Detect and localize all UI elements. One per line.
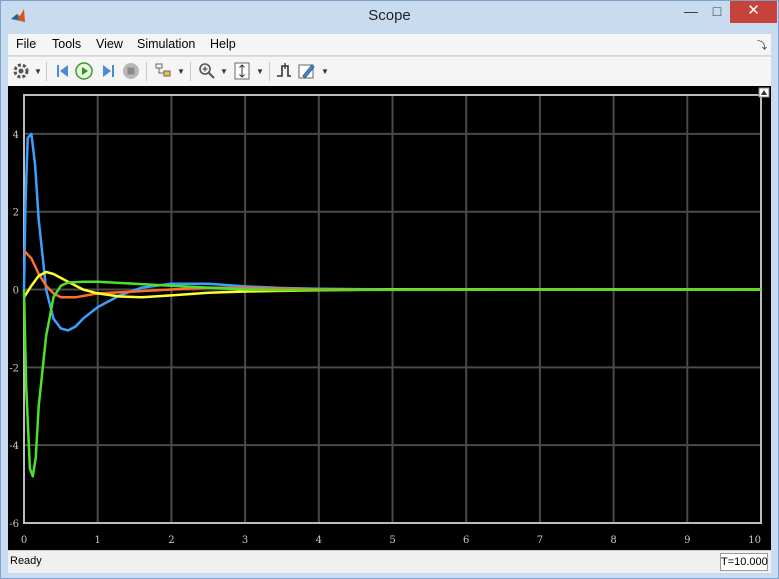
run-icon[interactable] [74, 61, 94, 81]
gear-dropdown-icon[interactable]: ▼ [34, 67, 42, 76]
scope-plot-area[interactable]: 0 1 2 3 4 5 6 7 8 9 10 4 2 0 -2 -4 -6 [8, 86, 771, 550]
minimize-button[interactable]: — [678, 1, 704, 23]
x-tick-label: 8 [610, 535, 616, 546]
stop-icon[interactable] [121, 61, 141, 81]
title-bar: Scope — □ ✕ [1, 1, 778, 31]
y-tick-label: 0 [13, 286, 19, 297]
step-back-icon[interactable] [53, 61, 73, 81]
x-tick-label: 0 [21, 535, 27, 546]
x-tick-label: 1 [95, 535, 101, 546]
maximize-button[interactable]: □ [704, 1, 730, 23]
y-tick-label: -4 [9, 441, 19, 452]
toolbar: ▼ ▼ ▼ ▼ ▼ [8, 56, 771, 86]
highlight-block-icon[interactable] [153, 61, 173, 81]
zoom-dropdown-icon[interactable]: ▼ [220, 67, 228, 76]
highlight-dropdown-icon[interactable]: ▼ [177, 67, 185, 76]
measurements-dropdown-icon[interactable]: ▼ [321, 67, 329, 76]
toolbar-separator [190, 62, 191, 81]
step-forward-icon[interactable] [98, 61, 118, 81]
window-title: Scope [368, 7, 411, 24]
toolbar-separator [46, 62, 47, 81]
menu-tools[interactable]: Tools [48, 34, 85, 55]
zoom-in-icon[interactable] [197, 61, 217, 81]
scale-dropdown-icon[interactable]: ▼ [256, 67, 264, 76]
x-tick-label: 4 [316, 535, 322, 546]
scope-plot[interactable]: 0 1 2 3 4 5 6 7 8 9 10 4 2 0 -2 -4 -6 [8, 86, 771, 550]
scope-window: Scope — □ ✕ File Tools View Simulation H… [0, 0, 779, 579]
x-tick-label: 10 [748, 535, 761, 546]
y-tick-label: -2 [9, 363, 19, 374]
toolbar-separator [269, 62, 270, 81]
x-tick-label: 9 [684, 535, 690, 546]
x-tick-label: 5 [389, 535, 395, 546]
y-tick-label: 4 [13, 130, 19, 141]
y-tick-label: 2 [13, 208, 19, 219]
menu-help[interactable]: Help [206, 34, 240, 55]
menu-file[interactable]: File [12, 34, 40, 55]
menu-collapse-icon[interactable]: ⤵ [757, 37, 767, 52]
menu-bar: File Tools View Simulation Help ⤵ [8, 34, 771, 55]
x-tick-label: 7 [537, 535, 543, 546]
menu-simulation[interactable]: Simulation [133, 34, 199, 55]
menu-view[interactable]: View [92, 34, 127, 55]
cursor-measurements-icon[interactable] [297, 61, 317, 81]
x-tick-label: 6 [463, 535, 469, 546]
status-text: Ready [10, 555, 42, 567]
x-tick-label: 3 [242, 535, 248, 546]
undock-icon[interactable] [758, 87, 770, 98]
close-button[interactable]: ✕ [730, 1, 777, 23]
status-bar: Ready T=10.000 [8, 550, 771, 573]
triggers-icon[interactable] [274, 61, 294, 81]
toolbar-separator [146, 62, 147, 81]
x-tick-label: 2 [168, 535, 174, 546]
y-tick-label: -6 [9, 519, 19, 530]
simulation-time: T=10.000 [720, 553, 768, 571]
scale-axes-icon[interactable] [232, 61, 252, 81]
gear-icon[interactable] [11, 61, 31, 81]
